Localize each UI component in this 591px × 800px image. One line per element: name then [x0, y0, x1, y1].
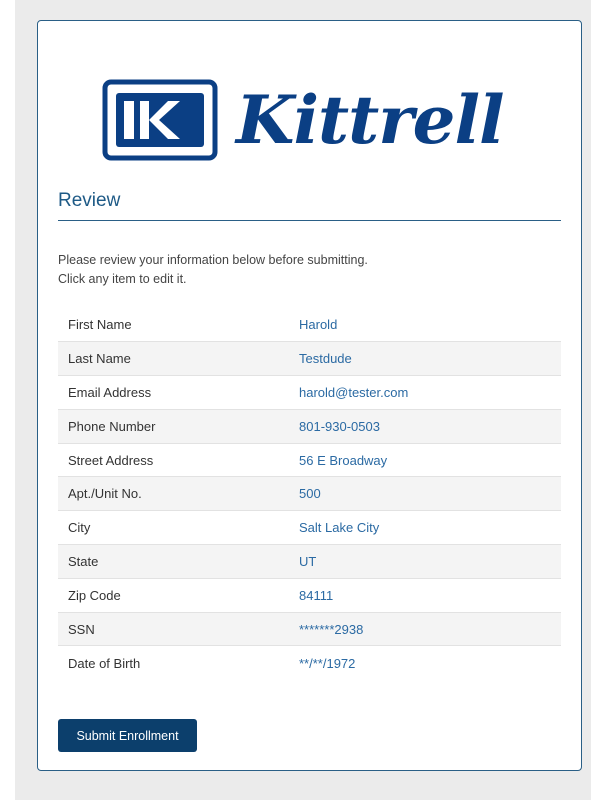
- field-label: SSN: [68, 621, 95, 637]
- field-label: First Name: [68, 317, 132, 333]
- review-card: Kittrell Review Please review your infor…: [37, 20, 582, 771]
- review-row-ssn[interactable]: SSN *******2938: [58, 612, 561, 646]
- field-value-city[interactable]: Salt Lake City: [288, 511, 561, 545]
- field-value-ssn[interactable]: *******2938: [288, 612, 561, 646]
- title-divider: [58, 220, 561, 221]
- review-row-phone[interactable]: Phone Number 801-930-0503: [58, 409, 561, 444]
- field-label: City: [68, 520, 91, 536]
- kittrell-k-icon: [102, 79, 218, 161]
- field-value-date-of-birth[interactable]: **/**/1972: [288, 646, 561, 680]
- page-title: Review: [58, 190, 121, 211]
- review-row-last-name[interactable]: Last Name Testdude: [58, 341, 561, 376]
- submit-enrollment-button[interactable]: Submit Enrollment: [58, 719, 197, 752]
- field-value-phone[interactable]: 801-930-0503: [288, 409, 561, 443]
- field-value-last-name[interactable]: Testdude: [288, 342, 561, 376]
- review-row-state[interactable]: State UT: [58, 544, 561, 579]
- intro-line-2: Click any item to edit it.: [58, 272, 187, 286]
- brand-name: Kittrell: [236, 81, 505, 159]
- intro-line-1: Please review your information below bef…: [58, 253, 368, 267]
- field-value-street-address[interactable]: 56 E Broadway: [288, 443, 561, 477]
- review-row-city[interactable]: City Salt Lake City: [58, 511, 561, 545]
- kittrell-logo: Kittrell: [102, 79, 518, 161]
- intro-text: Please review your information below bef…: [58, 251, 368, 289]
- field-label: Zip Code: [68, 587, 121, 603]
- review-row-first-name[interactable]: First Name Harold: [58, 308, 561, 342]
- field-label: State: [68, 553, 99, 569]
- field-label: Last Name: [68, 351, 131, 367]
- field-value-state[interactable]: UT: [288, 545, 561, 579]
- field-value-email[interactable]: harold@tester.com: [288, 376, 561, 410]
- review-row-apt-unit[interactable]: Apt./Unit No. 500: [58, 476, 561, 511]
- field-label: Phone Number: [68, 418, 156, 434]
- review-row-email[interactable]: Email Address harold@tester.com: [58, 376, 561, 410]
- review-row-street-address[interactable]: Street Address 56 E Broadway: [58, 443, 561, 477]
- field-label: Apt./Unit No.: [68, 486, 142, 502]
- field-value-zip-code[interactable]: 84111: [288, 578, 561, 612]
- field-label: Date of Birth: [68, 655, 141, 671]
- field-label: Email Address: [68, 384, 152, 400]
- review-row-zip-code[interactable]: Zip Code 84111: [58, 578, 561, 613]
- review-table: First Name Harold Last Name Testdude Ema…: [58, 308, 561, 680]
- review-row-date-of-birth[interactable]: Date of Birth **/**/1972: [58, 646, 561, 680]
- field-value-first-name[interactable]: Harold: [288, 308, 561, 342]
- field-value-apt-unit[interactable]: 500: [288, 477, 561, 511]
- field-label: Street Address: [68, 452, 154, 468]
